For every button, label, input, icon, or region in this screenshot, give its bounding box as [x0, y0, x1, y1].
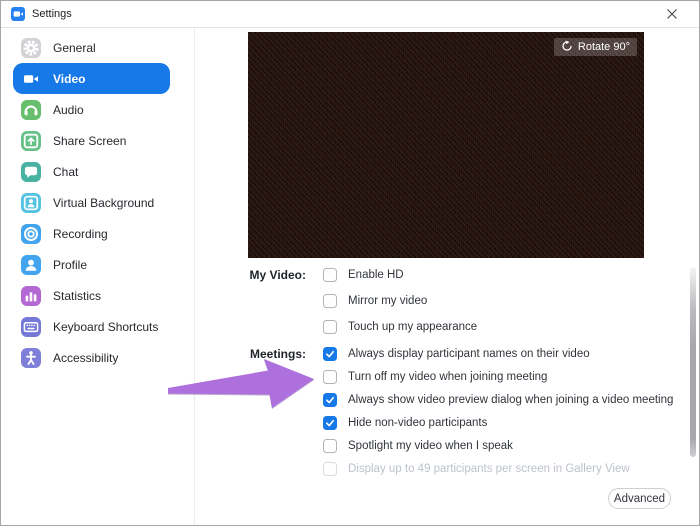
- checkbox[interactable]: [323, 393, 337, 407]
- share-screen-icon: [21, 130, 41, 151]
- meetings-section-label: Meetings:: [249, 347, 306, 361]
- gear-icon: [21, 37, 41, 58]
- sidebar-item-virtual-background[interactable]: Virtual Background: [13, 187, 170, 218]
- checkbox-row-touch-up-my-appearance[interactable]: Touch up my appearance: [323, 320, 477, 334]
- bar-chart-icon: [21, 285, 41, 306]
- rotate-90-label: Rotate 90°: [577, 41, 630, 53]
- window-title: Settings: [32, 8, 72, 20]
- sidebar-item-general[interactable]: General: [13, 32, 170, 63]
- checkbox-row-always-display-participant-names-on-thei[interactable]: Always display participant names on thei…: [323, 347, 673, 361]
- person-frame-icon: [21, 192, 41, 213]
- sidebar-item-profile[interactable]: Profile: [13, 249, 170, 280]
- sidebar-item-video[interactable]: Video: [13, 63, 170, 94]
- meetings-section: Meetings: Always display participant nam…: [197, 347, 673, 476]
- my-video-section-label: My Video:: [249, 268, 306, 282]
- checkbox[interactable]: [323, 416, 337, 430]
- checkbox[interactable]: [323, 439, 337, 453]
- checkbox-row-hide-non-video-participants[interactable]: Hide non-video participants: [323, 416, 673, 430]
- rotate-ccw-icon: [561, 40, 573, 55]
- my-video-options: Enable HD Mirror my video Touch up my ap…: [323, 268, 477, 334]
- keyboard-icon: [21, 316, 41, 337]
- sidebar-item-keyboard-shortcuts[interactable]: Keyboard Shortcuts: [13, 311, 170, 342]
- close-icon: [667, 9, 677, 19]
- checkbox-row-mirror-my-video[interactable]: Mirror my video: [323, 294, 477, 308]
- rotate-90-button[interactable]: Rotate 90°: [553, 38, 637, 56]
- advanced-button[interactable]: Advanced: [608, 488, 671, 509]
- settings-sidebar: General Video Audio Share Screen Chat Vi…: [1, 28, 195, 525]
- sidebar-item-accessibility[interactable]: Accessibility: [13, 342, 170, 373]
- sidebar-item-statistics[interactable]: Statistics: [13, 280, 170, 311]
- scrollbar-thumb[interactable]: [690, 267, 696, 457]
- meetings-options: Always display participant names on thei…: [323, 347, 673, 476]
- checkbox[interactable]: [323, 462, 337, 476]
- record-icon: [21, 223, 41, 244]
- checkbox-row-turn-off-my-video-when-joining-meeting[interactable]: Turn off my video when joining meeting: [323, 370, 673, 384]
- zoom-app-icon: [11, 7, 25, 21]
- my-video-section: My Video: Enable HD Mirror my video Touc…: [197, 268, 477, 334]
- sidebar-list: General Video Audio Share Screen Chat Vi…: [1, 32, 194, 373]
- checkbox[interactable]: [323, 347, 337, 361]
- sidebar-item-chat[interactable]: Chat: [13, 156, 170, 187]
- headphones-icon: [21, 99, 41, 120]
- checkbox-row-enable-hd[interactable]: Enable HD: [323, 268, 477, 282]
- checkbox[interactable]: [323, 320, 337, 334]
- sidebar-item-audio[interactable]: Audio: [13, 94, 170, 125]
- sidebar-item-share-screen[interactable]: Share Screen: [13, 125, 170, 156]
- checkbox[interactable]: [323, 268, 337, 282]
- checkbox-row-spotlight-my-video-when-i-speak[interactable]: Spotlight my video when I speak: [323, 439, 673, 453]
- checkbox-row-always-show-video-preview-dialog-when-jo[interactable]: Always show video preview dialog when jo…: [323, 393, 673, 407]
- sidebar-item-recording[interactable]: Recording: [13, 218, 170, 249]
- checkbox[interactable]: [323, 294, 337, 308]
- video-camera-icon: [21, 69, 41, 89]
- profile-icon: [21, 254, 41, 275]
- accessibility-icon: [21, 347, 41, 368]
- video-preview: Rotate 90°: [248, 32, 644, 258]
- title-bar: Settings: [1, 1, 699, 28]
- checkbox-row-display-up-to-49-participants-per-screen[interactable]: Display up to 49 participants per screen…: [323, 462, 673, 476]
- chat-bubble-icon: [21, 161, 41, 182]
- checkbox[interactable]: [323, 370, 337, 384]
- close-button[interactable]: [657, 2, 687, 26]
